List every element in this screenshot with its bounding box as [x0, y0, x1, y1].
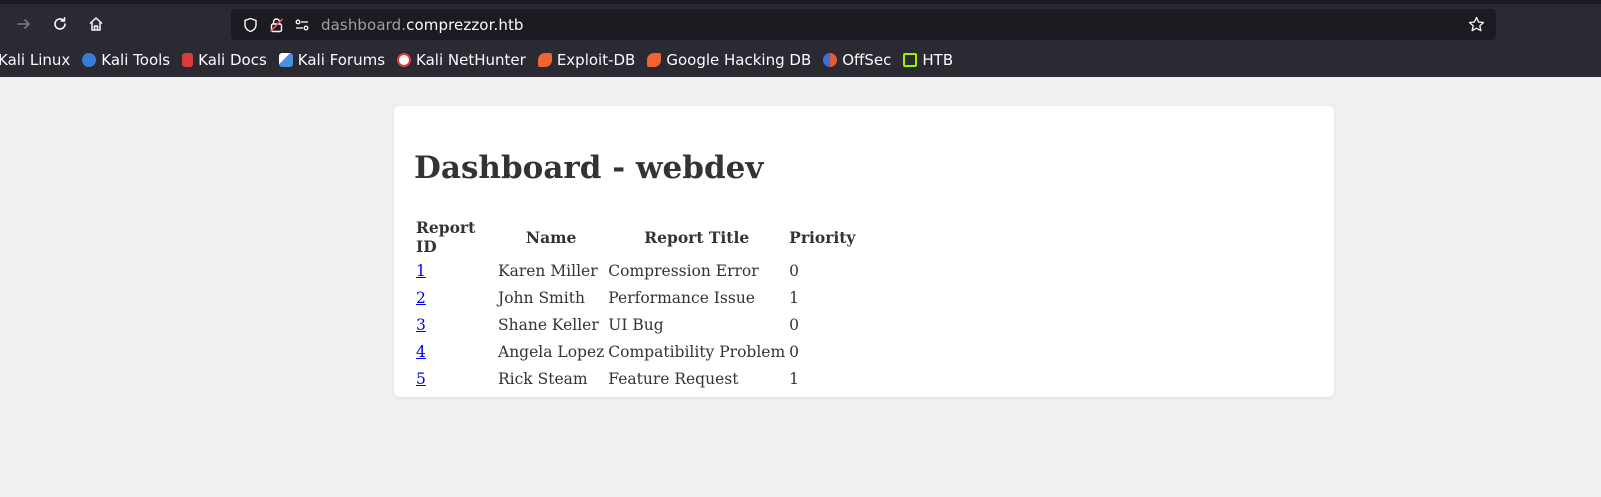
bookmark-htb[interactable]: HTB: [903, 51, 953, 69]
home-button[interactable]: [79, 7, 113, 41]
dashboard-card: Dashboard - webdev Report ID Name Report…: [394, 106, 1334, 397]
report-priority: 0: [789, 342, 800, 361]
home-icon: [89, 17, 103, 31]
bookmark-label: Exploit-DB: [556, 51, 636, 69]
report-priority: 0: [789, 315, 800, 334]
bookmarks-toolbar: Kali Linux Kali Tools Kali Docs Kali For…: [0, 46, 1601, 74]
report-title: Compatibility Problem: [608, 342, 786, 361]
report-link[interactable]: 1: [416, 262, 426, 280]
table-row: 1 Karen Miller Compression Error 0: [416, 258, 855, 283]
bookmark-label: Kali NetHunter: [416, 51, 526, 69]
bookmark-kali-docs[interactable]: Kali Docs: [182, 51, 267, 69]
report-name: Angela Lopez: [498, 342, 605, 361]
bookmark-kali-tools[interactable]: Kali Tools: [82, 51, 170, 69]
url-text[interactable]: dashboard.comprezzor.htb: [321, 16, 524, 34]
bookmark-label: OffSec: [842, 51, 892, 69]
kali-docs-icon: [182, 53, 194, 67]
kali-forums-icon: [278, 53, 293, 67]
bookmark-label: Kali Linux: [0, 51, 71, 69]
report-title: UI Bug: [608, 315, 664, 334]
table-row: 4 Angela Lopez Compatibility Problem 0: [416, 339, 855, 364]
column-header-name: Name: [525, 227, 577, 247]
url-domain: comprezzor.htb: [406, 15, 524, 34]
tracking-protection-shield-icon[interactable]: [237, 9, 263, 40]
column-header-report-title: Report Title: [644, 227, 750, 247]
reload-icon: [54, 17, 66, 30]
forward-button[interactable]: [7, 7, 41, 41]
column-header-report-id: Report ID: [416, 218, 476, 256]
report-priority: 1: [789, 288, 800, 307]
offsec-icon: [823, 53, 838, 67]
reload-button[interactable]: [43, 7, 77, 41]
bookmark-kali-forums[interactable]: Kali Forums: [278, 51, 386, 69]
star-icon: [1468, 16, 1484, 32]
table-row: 3 Shane Keller UI Bug 0: [416, 312, 855, 337]
report-link[interactable]: 4: [416, 343, 426, 361]
bookmark-label: HTB: [922, 51, 954, 69]
report-title: Performance Issue: [608, 288, 755, 307]
report-link[interactable]: 5: [416, 370, 426, 388]
report-title: Feature Request: [608, 369, 739, 388]
report-name: John Smith: [498, 288, 585, 307]
bookmark-label: Kali Tools: [101, 51, 171, 69]
browser-chrome: dashboard.comprezzor.htb Kali Linux Kali…: [0, 0, 1601, 77]
report-priority: 0: [789, 261, 800, 280]
bookmark-label: Kali Forums: [297, 51, 386, 69]
table-row: 5 Rick Steam Feature Request 1: [416, 366, 855, 391]
reports-table: Report ID Name Report Title Priority 1 K…: [412, 216, 859, 393]
page-content: Dashboard - webdev Report ID Name Report…: [0, 77, 1601, 497]
tab-strip-edge: [0, 0, 1601, 4]
kali-tools-icon: [82, 53, 97, 67]
google-hacking-db-icon: [647, 53, 662, 67]
bookmark-label: Google Hacking DB: [666, 51, 812, 69]
exploit-db-icon: [537, 53, 552, 67]
report-name: Rick Steam: [498, 369, 588, 388]
table-header-row: Report ID Name Report Title Priority: [416, 218, 855, 256]
htb-icon: [903, 53, 918, 67]
table-row: 2 John Smith Performance Issue 1: [416, 285, 855, 310]
report-priority: 1: [789, 369, 800, 388]
report-name: Shane Keller: [498, 315, 599, 334]
bookmark-star-button[interactable]: [1462, 9, 1490, 40]
bookmark-kali-nethunter[interactable]: Kali NetHunter: [397, 51, 526, 69]
bookmark-exploit-db[interactable]: Exploit-DB: [537, 51, 636, 69]
bookmark-kali-linux[interactable]: Kali Linux: [0, 51, 70, 69]
permissions-icon[interactable]: [289, 9, 315, 40]
url-subdomain: dashboard.: [321, 15, 407, 34]
report-title: Compression Error: [608, 261, 759, 280]
column-header-priority: Priority: [789, 227, 856, 247]
forward-arrow-icon: [17, 19, 30, 29]
url-bar[interactable]: dashboard.comprezzor.htb: [231, 9, 1496, 40]
report-name: Karen Miller: [498, 261, 598, 280]
report-link[interactable]: 2: [416, 289, 426, 307]
report-link[interactable]: 3: [416, 316, 426, 334]
navigation-toolbar: dashboard.comprezzor.htb: [0, 7, 1601, 41]
insecure-lock-icon[interactable]: [263, 9, 289, 40]
page-title: Dashboard - webdev: [414, 150, 764, 186]
bookmark-offsec[interactable]: OffSec: [823, 51, 891, 69]
kali-nethunter-icon: [397, 53, 412, 67]
bookmark-label: Kali Docs: [198, 51, 267, 69]
bookmark-google-hacking-db[interactable]: Google Hacking DB: [647, 51, 811, 69]
